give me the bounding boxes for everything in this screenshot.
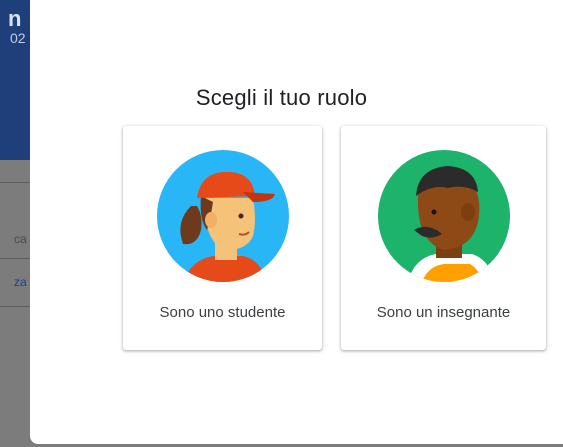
background-divider xyxy=(0,182,30,183)
teacher-role-card[interactable]: Sono un insegnante xyxy=(341,126,546,350)
background-link-fragment: za xyxy=(14,275,27,289)
dialog-title: Scegli il tuo ruolo xyxy=(195,85,368,110)
background-divider xyxy=(0,258,30,259)
teacher-role-label: Sono un insegnante xyxy=(376,304,511,321)
student-role-card[interactable]: Sono uno studente xyxy=(123,126,322,350)
student-avatar-icon xyxy=(156,150,289,282)
background-subtitle-fragment: 02 xyxy=(10,30,26,46)
background-divider xyxy=(0,306,30,307)
teacher-avatar-icon xyxy=(377,150,510,282)
background-title-fragment: n xyxy=(8,6,22,31)
role-dialog: Scegli il tuo ruolo Sono uno studente So… xyxy=(30,0,563,444)
background-text-fragment: ca xyxy=(14,232,27,246)
student-role-label: Sono uno studente xyxy=(159,304,286,321)
